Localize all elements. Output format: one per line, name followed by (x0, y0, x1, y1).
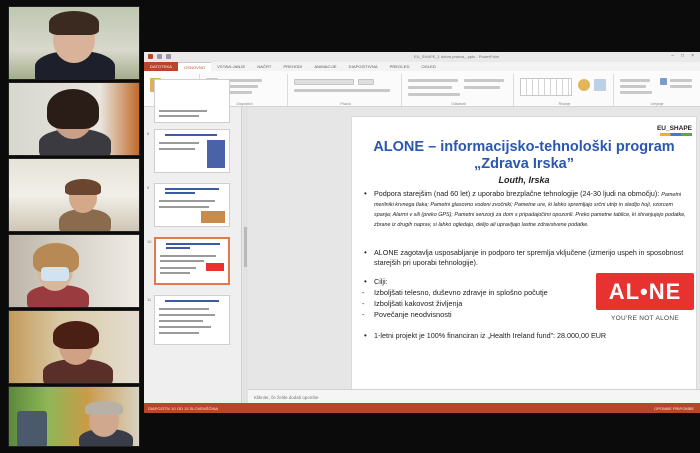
minimize-icon[interactable]: – (671, 53, 674, 59)
slide-thumbnails-pane: 8 9 10 11 (144, 79, 242, 403)
shapes-gallery[interactable] (520, 78, 572, 96)
bullet-goals-label[interactable]: • Cilji: (364, 277, 574, 287)
undo-icon[interactable] (157, 54, 162, 59)
participant-video-tile[interactable] (8, 234, 140, 308)
redo-icon[interactable] (166, 54, 171, 59)
powerpoint-window: EU_SHAPE_1 dobra praksa_.pptx - PowerPoi… (144, 52, 700, 413)
tab-home[interactable]: OSNOVNO (178, 62, 212, 71)
arrange-icon[interactable] (578, 79, 590, 91)
ribbon-group-font: Pisava (290, 74, 402, 106)
tab-animations[interactable]: ANIMACIJE (308, 62, 342, 71)
thumbnails-scrollbar[interactable] (243, 107, 248, 403)
ribbon-group-drawing: Risanje (516, 74, 614, 106)
find-icon[interactable] (660, 78, 667, 85)
tab-view[interactable]: OGLED (415, 62, 442, 71)
alone-logo: AL•NE (596, 273, 694, 310)
tab-slideshow[interactable]: DIAPOZITIVNA (343, 62, 384, 71)
tab-transitions[interactable]: PREHODI (277, 62, 308, 71)
editor-area: 8 9 10 11 EU_SHAPE ALONE – informacijsko… (144, 79, 700, 403)
maximize-icon[interactable]: □ (681, 53, 684, 59)
slide-thumbnail[interactable] (154, 295, 230, 345)
slide-thumbnail-selected[interactable] (154, 237, 230, 285)
slide-thumbnail[interactable] (154, 79, 230, 123)
tab-design[interactable]: NAČRT (251, 62, 277, 71)
title-bar: EU_SHAPE_1 dobra praksa_.pptx - PowerPoi… (144, 52, 700, 62)
participant-video-tile[interactable] (8, 386, 140, 447)
goal-item[interactable]: - Izboljšati kakovost življenja (362, 299, 462, 308)
goal-item[interactable]: - Izboljšati telesno, duševno zdravje in … (362, 288, 548, 297)
save-icon[interactable] (148, 54, 153, 59)
tab-review[interactable]: PREGLED (384, 62, 416, 71)
slide-thumbnail[interactable] (154, 129, 230, 173)
participant-video-tile[interactable] (8, 310, 140, 384)
goal-item[interactable]: - Povečanje neodvisnosti (362, 310, 452, 319)
video-participants-strip (8, 6, 140, 447)
participant-video-tile[interactable] (8, 82, 140, 156)
participant-video-tile[interactable] (8, 6, 140, 80)
slide-title[interactable]: ALONE – informacijsko-tehnološki program… (352, 139, 696, 173)
tab-file[interactable]: DATOTEKA (144, 62, 178, 71)
quick-access-toolbar (148, 54, 171, 59)
ribbon-group-paragraph: Odstavek (404, 74, 514, 106)
window-title: EU_SHAPE_1 dobra praksa_.pptx - PowerPoi… (414, 54, 500, 59)
current-slide[interactable]: EU_SHAPE ALONE – informacijsko-tehnološk… (352, 117, 696, 389)
bullet-technology[interactable]: • Podpora starejšim (nad 60 let) z upora… (364, 189, 690, 229)
eu-shape-logo: EU_SHAPE (656, 125, 692, 132)
ribbon-group-editing: Urejanje (616, 74, 698, 106)
quick-styles-icon[interactable] (594, 79, 606, 91)
status-slide-info: DIAPOZITIV 10 OD 13 SLOVENŠČINA (148, 406, 219, 411)
slide-subtitle[interactable]: Louth, Irska (352, 175, 696, 185)
eu-shape-logo-bar (660, 133, 692, 136)
slide-thumbnail[interactable] (154, 183, 230, 227)
alone-tagline: YOU'RE NOT ALONE (610, 315, 680, 322)
notes-pane[interactable]: Kliknite, če želite dodati opombe (248, 389, 700, 403)
ribbon-tabs: DATOTEKA OSNOVNO VSTAVLJANJE NAČRT PREHO… (144, 62, 700, 71)
status-bar: DIAPOZITIV 10 OD 13 SLOVENŠČINA OPOMBE P… (144, 403, 700, 413)
status-notes-comments[interactable]: OPOMBE PRIPOMBE (654, 406, 694, 411)
bullet-funding[interactable]: • 1-letni projekt je 100% financiran iz … (364, 331, 690, 341)
participant-video-tile[interactable] (8, 158, 140, 232)
tab-insert[interactable]: VSTAVLJANJE (211, 62, 251, 71)
screen: EU_SHAPE_1 dobra praksa_.pptx - PowerPoi… (0, 0, 700, 453)
close-icon[interactable]: × (691, 53, 694, 59)
window-controls: – □ × (671, 53, 694, 59)
bullet-training[interactable]: • ALONE zagotavlja usposabljanje in podp… (364, 248, 690, 267)
